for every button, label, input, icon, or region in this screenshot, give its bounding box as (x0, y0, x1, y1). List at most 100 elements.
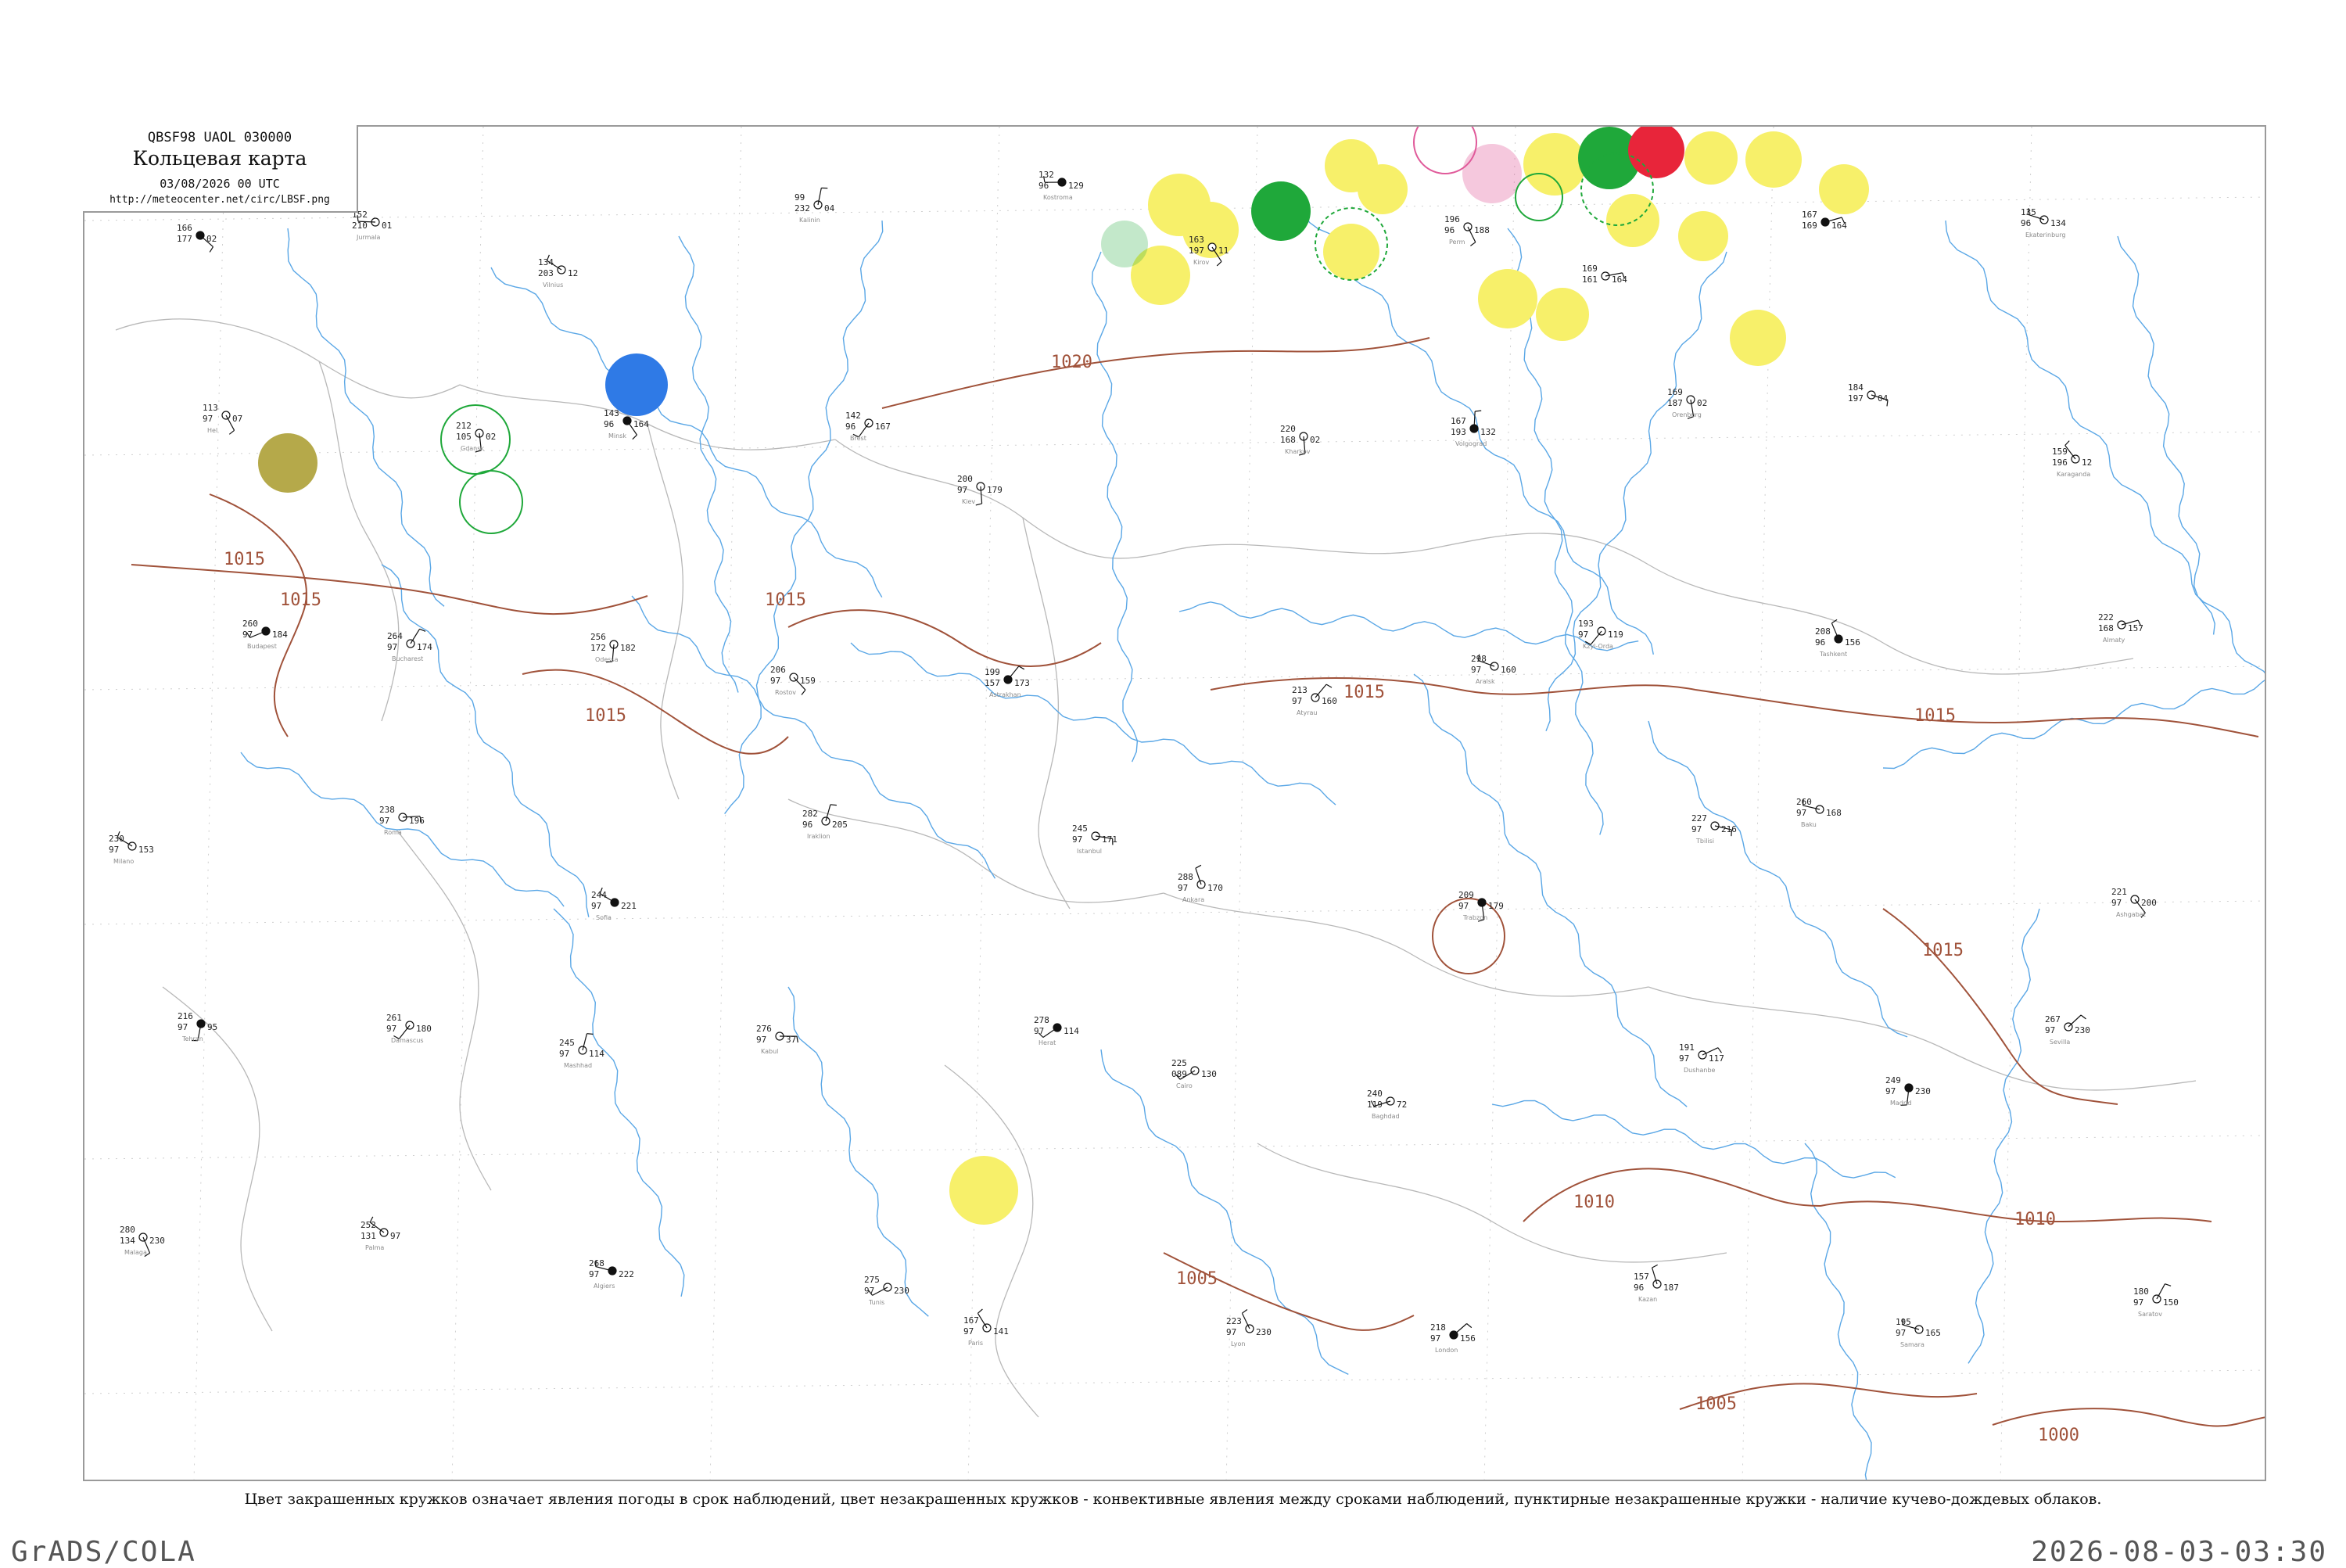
station-temperature: 159 (2052, 447, 2068, 457)
station-plot[interactable]: 23097153Milano (109, 831, 154, 865)
station-plot[interactable]: 26197180Damascus (386, 1013, 432, 1044)
map-url-link[interactable]: http://meteocenter.net/circ/LBSF.png (83, 194, 357, 206)
station-plot[interactable]: 13420312Vilnius (538, 255, 578, 289)
station-plot[interactable]: 27897114Herat (1034, 1015, 1079, 1046)
station-plot[interactable]: 24011972Baghdad (1367, 1089, 1407, 1120)
station-plot[interactable]: 256172182Odessa (590, 632, 636, 663)
station-plot[interactable]: 23897196Roma (379, 805, 425, 836)
station-plot[interactable]: 19197117Dushanbe (1679, 1042, 1724, 1074)
station-name: Sevilla (2050, 1039, 2070, 1046)
station-name: Bucharest (392, 655, 423, 662)
station-plot[interactable]: 199157173Astrakhan (985, 666, 1030, 698)
station-plot[interactable]: 25213197Palma (361, 1217, 400, 1251)
station-plot[interactable]: 222168157Almaty (2098, 612, 2143, 644)
station-visibility: 169 (1802, 221, 1817, 231)
station-temperature: 191 (1679, 1042, 1695, 1053)
station-temperature: 220 (1280, 424, 1296, 434)
isobar-label: 1010 (1573, 1193, 1615, 1212)
station-plot[interactable]: 24597171Istanbul (1072, 823, 1117, 855)
station-plot[interactable]: 21210502Gdansk (456, 421, 496, 452)
station-plot[interactable]: 19696188Perm (1444, 214, 1490, 246)
station-plot[interactable]: 26097184Budapest (242, 619, 288, 650)
station-plot[interactable]: 26797230Sevilla (2045, 1014, 2090, 1046)
isobar-line (1211, 678, 1695, 694)
station-plot[interactable]: 20896156Tashkent (1815, 619, 1860, 658)
station-plot[interactable]: 14296167Brest (845, 411, 891, 442)
station-plot[interactable]: 24497221Sofia (591, 888, 637, 921)
station-temperature: 167 (1451, 416, 1466, 426)
station-plot[interactable]: 18419704 (1848, 382, 1889, 406)
station-temperature: 216 (178, 1011, 193, 1021)
station-plot[interactable]: 20997179Trabzon (1458, 890, 1504, 921)
station-plot[interactable]: 22797216Tbilisi (1691, 813, 1737, 845)
station-plot[interactable]: 21897156London (1430, 1322, 1476, 1354)
station-plot[interactable]: 22016802Kharkov (1280, 424, 1320, 455)
station-plot[interactable]: 169161164 (1582, 264, 1627, 285)
station-visibility: 96 (802, 820, 812, 830)
station-plot[interactable]: 15796187Kazan (1634, 1265, 1679, 1303)
station-plot[interactable]: 20697159Rostov (770, 665, 816, 696)
station-plot[interactable]: 26897222Algiers (589, 1258, 634, 1290)
station-plot[interactable]: 19597165Samara (1896, 1317, 1941, 1348)
map-legend-box: QBSF98 UAOL 030000 Кольцевая карта 03/08… (83, 125, 358, 213)
station-plot[interactable]: 24597114Mashhad (559, 1034, 604, 1069)
station-plot[interactable]: 24997230Madrid (1885, 1075, 1931, 1107)
station-visibility: 97 (2133, 1297, 2143, 1308)
station-plot[interactable]: 16918702Orenburg (1667, 387, 1707, 418)
station-temperature: 193 (1578, 619, 1594, 629)
station-plot[interactable]: 26097168Baku (1796, 797, 1842, 828)
station-plot[interactable]: 15221001Jurmala (352, 210, 392, 241)
station-pressure: 180 (416, 1024, 432, 1034)
station-temperature: 180 (2133, 1286, 2149, 1297)
border-line (319, 361, 399, 721)
river-line (1805, 1143, 1874, 1481)
station-plot[interactable]: 16797141Paris (963, 1309, 1009, 1347)
station-pressure: 150 (2163, 1297, 2179, 1308)
station-plot[interactable]: 26497174Bucharest (387, 629, 432, 662)
weather-marker (1536, 288, 1589, 341)
station-visibility: 96 (1038, 181, 1049, 191)
station-plot[interactable]: 18097150Saratov (2133, 1284, 2179, 1318)
station-temperature: 245 (559, 1038, 575, 1048)
station-pressure: 160 (1501, 665, 1516, 675)
station-plot[interactable]: 28897170Ankara (1178, 865, 1223, 903)
station-visibility: 97 (1178, 883, 1188, 893)
station-pressure: 97 (390, 1231, 400, 1241)
station-temperature: 206 (770, 665, 786, 675)
station-temperature: 298 (1471, 654, 1487, 664)
wind-barb-feather (830, 805, 837, 806)
station-pressure: 37 (786, 1035, 796, 1045)
station-plot[interactable]: 15919612Karaganda (2052, 441, 2092, 478)
station-plot[interactable]: 9923204Kalinin (795, 188, 835, 224)
station-pressure: 205 (832, 820, 848, 830)
station-plot[interactable]: 22397230Lyon (1226, 1310, 1272, 1348)
station-plot[interactable]: 27597230Tunis (864, 1275, 909, 1306)
wind-barb-feather (978, 1309, 982, 1313)
station-plot[interactable]: 13596134Ekaterinburg (2021, 207, 2066, 239)
wind-barb-feather (1467, 1324, 1472, 1328)
station-plot[interactable]: 1139707Hel (203, 403, 242, 434)
station-plot[interactable]: 19397119Kzyl-Orda (1578, 619, 1623, 650)
station-plot[interactable]: 2769737Kabul (756, 1024, 798, 1055)
station-plot[interactable]: 22197200Ashgabat (2111, 887, 2157, 918)
border-line (1648, 987, 2196, 1090)
station-plot[interactable]: 280134230Malaga (120, 1225, 165, 1257)
station-plot[interactable]: 167193132Volgograd (1451, 411, 1496, 447)
station-plot[interactable]: 13296129Kostroma (1038, 170, 1084, 201)
map-frame[interactable]: 1015101510151015102010151015101510101010… (83, 125, 2266, 1481)
station-plot[interactable]: 225089130Cairo (1171, 1058, 1217, 1089)
station-plot[interactable]: 21397160Atyrau (1292, 684, 1337, 716)
station-name: Tehran (181, 1035, 203, 1042)
station-plot[interactable]: 2169795Tehran (178, 1011, 217, 1042)
graticule-line (84, 1370, 2266, 1394)
station-name: Kzyl-Orda (1583, 643, 1613, 650)
station-plot[interactable]: 29897160Aralsk (1471, 654, 1516, 685)
weather-markers (258, 127, 1869, 1225)
station-pressure: 159 (800, 676, 816, 686)
station-visibility: 97 (1885, 1086, 1896, 1096)
station-visibility: 97 (756, 1035, 766, 1045)
station-plot[interactable]: 16617702 (177, 223, 217, 252)
weather-map[interactable]: 1015101510151015102010151015101510101010… (84, 127, 2266, 1481)
station-visibility: 197 (1189, 246, 1204, 256)
station-plot[interactable]: 28296205Iraklion (802, 805, 848, 840)
